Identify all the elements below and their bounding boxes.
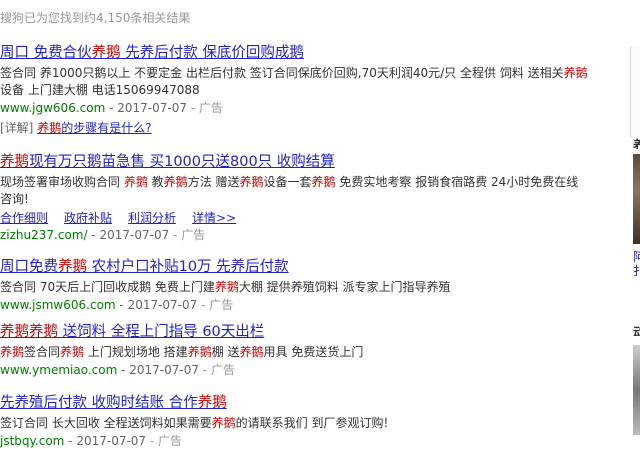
sub-link-keyword: 养鹅	[37, 121, 62, 135]
desc-keyword: 养鹅	[311, 175, 336, 189]
ad-tag: - 广告	[202, 363, 235, 377]
ad-url[interactable]: www.ymemiao.com	[0, 363, 117, 377]
desc-text: 签合同	[24, 345, 61, 359]
desc-keyword: 养鹅	[214, 280, 239, 294]
ad-date: - 2017-07-07	[117, 363, 203, 377]
desc-text: 设备一套	[263, 175, 312, 189]
ad-result-3: 周口免费养鹅 农村户口补贴10万 先养后付款 签合同 70天后上门回收成鹅 免费…	[0, 258, 590, 313]
quick-link-cooperation[interactable]: 合作细则	[0, 211, 48, 225]
title-keyword: 养鹅	[58, 259, 87, 275]
desc-text: 上门规划场地 搭建	[84, 345, 188, 359]
ad-title-5[interactable]: 先养殖后付款 收购时结账 合作养鹅	[0, 394, 590, 412]
desc-text: 设备 上门建大棚 电话15069947088	[0, 83, 200, 97]
results-count: 搜狗已为您找到约4,150条相关结果	[0, 11, 191, 25]
ad-url-line: www.ymemiao.com - 2017-07-07 - 广告	[0, 362, 590, 378]
ad-url-line: jstbqy.com - 2017-07-07 - 广告	[0, 433, 590, 449]
sidebar-image[interactable]	[633, 345, 640, 435]
title-text: 先养殖后付款 收购时结账 合作	[0, 395, 198, 411]
ad-date: - 2017-07-07	[87, 228, 174, 242]
desc-text: 棚 送	[211, 345, 240, 359]
title-text: 现有万只鹅苗急售 买1000只送800只 收购结算	[29, 154, 335, 170]
title-keyword: 养鹅	[0, 154, 29, 170]
desc-text: 签合同 70天后上门回收成鹅 免费上门建	[0, 280, 215, 294]
ad-url-line: zizhu237.com/ - 2017-07-07 - 广告	[0, 227, 590, 243]
sidebar-heading: 养	[633, 139, 640, 149]
ad-url[interactable]: zizhu237.com/	[0, 228, 88, 242]
ad-url-line: www.jgw606.com - 2017-07-07 - 广告	[0, 100, 590, 116]
ad-title-1[interactable]: 周口 免费合伙养鹅 先养后付款 保底价回购成鹅	[0, 44, 590, 62]
ad-result-5: 先养殖后付款 收购时结账 合作养鹅 签订合同 长大回收 全程送饲料如果需要养鹅的…	[0, 394, 590, 449]
desc-keyword: 养鹅	[239, 175, 264, 189]
ad-url[interactable]: jstbqy.com	[0, 434, 64, 448]
ad-date: - 2017-07-07	[115, 298, 202, 312]
ad-description: 现场签署审场收购合同 养鹅 教养鹅方法 赠送养鹅设备一套养鹅 免费实地考察 报销…	[0, 174, 590, 208]
desc-keyword: 养鹅	[163, 175, 188, 189]
title-text: 周口免费	[0, 259, 58, 275]
ad-title-4[interactable]: 养鹅养鹅 送饲料 全程上门指导 60天出栏	[0, 323, 590, 341]
sub-link-line: [详解] 养鹅的步骤有是什么?	[0, 120, 590, 136]
title-keyword: 养鹅	[91, 45, 121, 61]
desc-text: 方法 赠送	[187, 175, 240, 189]
title-text: 先养后付款 保底价回购成鹅	[120, 45, 304, 61]
title-text: 送饲料 全程上门指导 60天出栏	[58, 324, 265, 340]
desc-text: 大棚 提供养殖饲料 派专家上门指导养殖	[238, 280, 451, 294]
desc-text: 用具 免费送货上门	[263, 345, 364, 359]
ad-description: 签合同 70天后上门回收成鹅 免费上门建养鹅大棚 提供养殖饲料 派专家上门指导养…	[0, 279, 590, 296]
ad-url[interactable]: www.jsmw606.com	[0, 298, 116, 312]
quick-link-profit[interactable]: 利润分析	[128, 211, 176, 225]
ad-tag: - 广告	[173, 228, 206, 242]
sidebar-heading: 动	[633, 326, 640, 336]
desc-keyword: 养鹅	[0, 345, 25, 359]
ad-date: - 2017-07-07	[64, 434, 150, 448]
ad-description: 养鹅签合同养鹅 上门规划场地 搭建养鹅棚 送养鹅用具 免费送货上门	[0, 344, 590, 361]
desc-text: 教	[147, 175, 164, 189]
ad-result-2: 养鹅现有万只鹅苗急售 买1000只送800只 收购结算 现场签署审场收购合同 养…	[0, 153, 590, 243]
ad-result-4: 养鹅养鹅 送饲料 全程上门指导 60天出栏 养鹅签合同养鹅 上门规划场地 搭建养…	[0, 323, 590, 378]
title-keyword: 养鹅	[197, 395, 227, 411]
ad-url[interactable]: www.jgw606.com	[0, 101, 105, 115]
sidebar-link[interactable]: 阿扌	[633, 250, 640, 278]
ad-title-3[interactable]: 周口免费养鹅 农村户口补贴10万 先养后付款	[0, 258, 590, 276]
desc-text: 签订合同 长大回收 全程送饲料如果需要	[0, 416, 212, 430]
ad-description: 签合同 养1000只鹅以上 不要定金 出栏后付款 签订合同保底价回购,70天利润…	[0, 65, 590, 99]
ad-tag: - 广告	[201, 298, 234, 312]
ad-title-2[interactable]: 养鹅现有万只鹅苗急售 买1000只送800只 收购结算	[0, 153, 590, 171]
ad-tag: - 广告	[149, 434, 183, 448]
desc-text: 签合同 养1000只鹅以上 不要定金 出栏后付款 签订合同保底价回购,70天利润…	[0, 66, 564, 80]
desc-keyword: 养鹅	[123, 175, 148, 189]
title-text: 周口 免费合伙	[0, 45, 92, 61]
quick-link-details[interactable]: 详情>>	[192, 211, 236, 225]
ad-date: - 2017-07-07	[105, 101, 191, 115]
ad-tag: - 广告	[190, 101, 223, 115]
desc-keyword: 养鹅	[563, 66, 588, 80]
sub-link-prefix: [详解]	[0, 121, 38, 135]
ad-result-1: 周口 免费合伙养鹅 先养后付款 保底价回购成鹅 签合同 养1000只鹅以上 不要…	[0, 44, 590, 136]
ad-url-line: www.jsmw606.com - 2017-07-07 - 广告	[0, 297, 590, 313]
sidebar-panel	[630, 46, 640, 138]
desc-keyword: 养鹅	[187, 345, 212, 359]
desc-keyword: 养鹅	[239, 345, 264, 359]
desc-keyword: 养鹅	[60, 345, 85, 359]
quick-links: 合作细则 政府补贴 利润分析 详情>>	[0, 210, 590, 226]
sidebar-image[interactable]	[633, 154, 640, 244]
title-keyword: 养鹅养鹅	[0, 324, 58, 340]
desc-keyword: 养鹅	[211, 416, 236, 430]
sub-link[interactable]: 养鹅的步骤有是什么?	[37, 121, 151, 135]
title-text: 农村户口补贴10万 先养后付款	[87, 259, 289, 275]
desc-text: 现场签署审场收购合同	[0, 175, 124, 189]
desc-text: 的请联系我们 到厂参观订购!	[235, 416, 389, 430]
ad-description: 签订合同 长大回收 全程送饲料如果需要养鹅的请联系我们 到厂参观订购!	[0, 415, 590, 432]
sub-link-text: 的步骤有是什么?	[61, 121, 152, 135]
quick-link-subsidy[interactable]: 政府补贴	[64, 211, 112, 225]
